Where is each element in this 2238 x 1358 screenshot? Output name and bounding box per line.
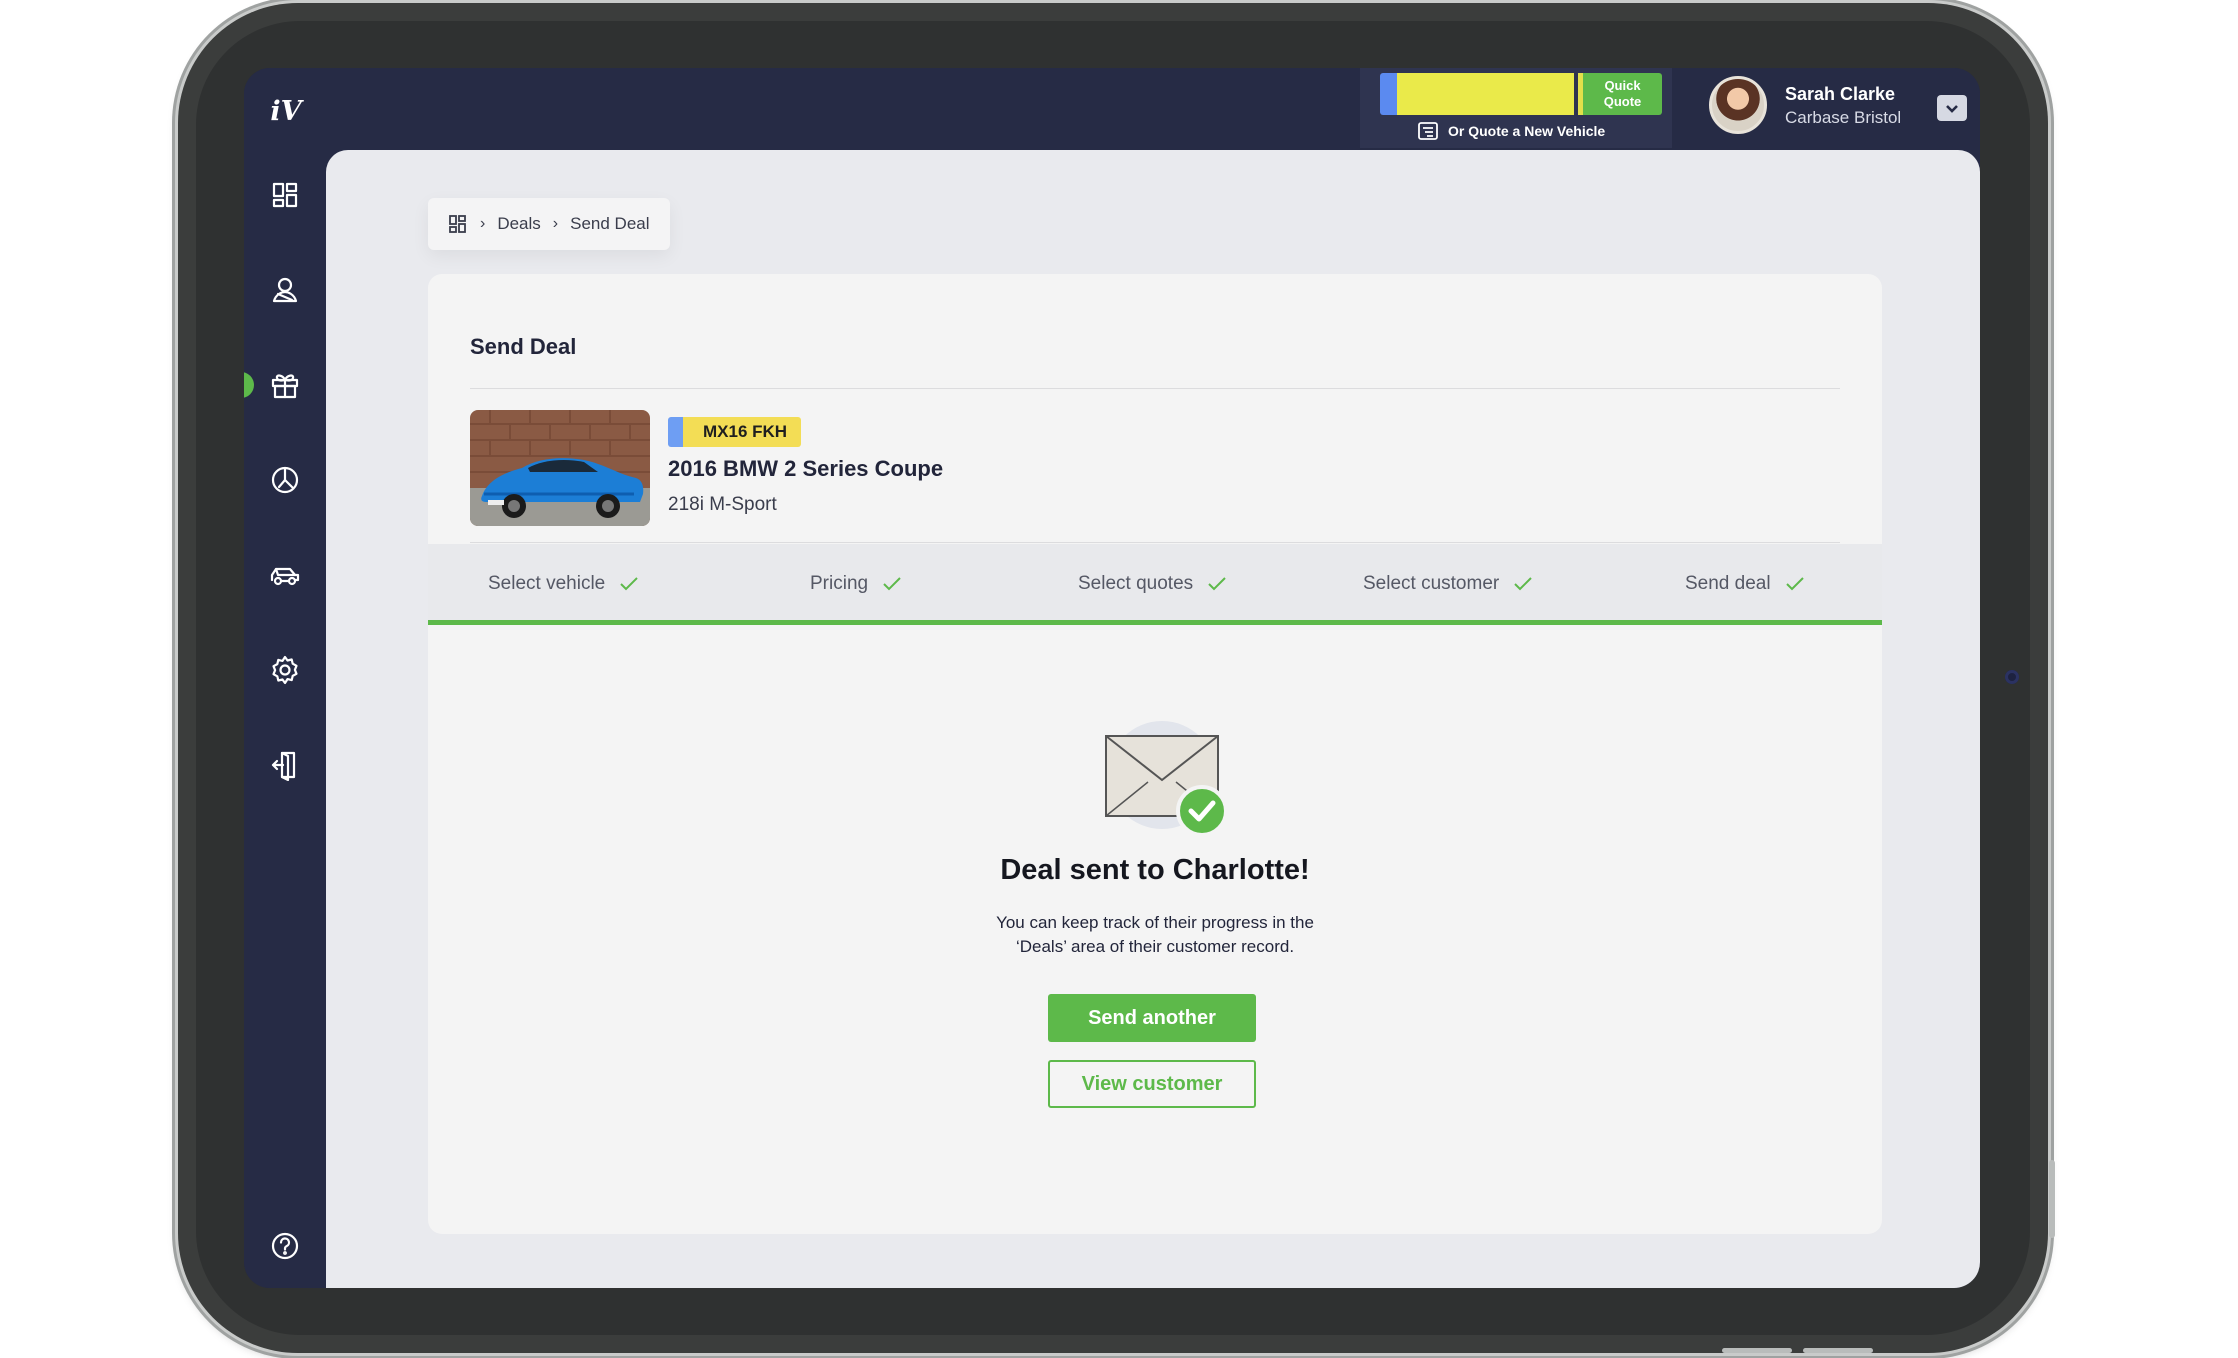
step-pricing[interactable]: Pricing: [810, 544, 902, 624]
logout-icon: [271, 751, 296, 781]
app-screen: iV Quick Quote Or Quote a New Vehicle Sa…: [244, 68, 1980, 1288]
pie-chart-icon: [271, 466, 299, 494]
send-another-button[interactable]: Send another: [1048, 994, 1256, 1042]
dashboard-grid-icon: [272, 182, 298, 208]
help-icon: [271, 1232, 299, 1260]
registration-input[interactable]: [1380, 73, 1574, 115]
view-customer-button[interactable]: View customer: [1048, 1060, 1256, 1108]
camera-icon: [2005, 670, 2019, 684]
quick-quote-panel: Quick Quote Or Quote a New Vehicle: [1360, 68, 1672, 148]
sidebar: iV: [244, 68, 326, 1288]
list-icon: [1418, 122, 1438, 140]
divider: [470, 388, 1840, 389]
check-icon: [1208, 577, 1226, 591]
step-label: Send deal: [1685, 573, 1771, 594]
user-name: Sarah Clarke: [1785, 84, 1896, 104]
chevron-right-icon: ›: [552, 215, 559, 232]
check-icon: [1514, 577, 1532, 591]
step-select-customer[interactable]: Select customer: [1363, 544, 1533, 624]
side-button: [1803, 1348, 1873, 1353]
divider: [470, 542, 1840, 543]
quote-new-vehicle-label: Or Quote a New Vehicle: [1448, 123, 1606, 139]
breadcrumb-deals[interactable]: Deals: [497, 214, 540, 234]
gear-icon: [272, 655, 298, 685]
step-select-vehicle[interactable]: Select vehicle: [488, 544, 639, 624]
vehicle-image: [470, 410, 650, 526]
envelope-sent-icon: [1092, 720, 1232, 840]
sidebar-item-reports[interactable]: [266, 461, 304, 499]
top-bar: Quick Quote Or Quote a New Vehicle Sarah …: [326, 68, 1980, 150]
progress-steps: Select vehicle Pricing Select quotes Sel…: [428, 544, 1882, 624]
dashboard-grid-icon[interactable]: [448, 214, 468, 234]
side-button: [2049, 1160, 2055, 1238]
step-select-quotes[interactable]: Select quotes: [1078, 544, 1227, 624]
check-icon: [1785, 577, 1804, 591]
car-icon: [270, 567, 300, 586]
check-icon: [883, 577, 901, 591]
vehicle-title: 2016 BMW 2 Series Coupe: [668, 456, 944, 481]
registration-plate: MX16 FKH: [668, 417, 802, 447]
side-button: [1722, 1348, 1792, 1353]
chevron-right-icon: ›: [480, 215, 486, 232]
step-send-deal[interactable]: Send deal: [1685, 544, 1805, 624]
success-message-line: You can keep track of their progress in …: [996, 913, 1314, 932]
avatar[interactable]: [1709, 76, 1767, 134]
user-organisation: Carbase Bristol: [1785, 108, 1902, 127]
sidebar-item-help[interactable]: [266, 1227, 304, 1265]
sidebar-item-settings[interactable]: [266, 651, 304, 689]
step-label: Select customer: [1363, 573, 1500, 594]
quick-quote-button[interactable]: Quick Quote: [1578, 73, 1662, 115]
sidebar-item-vehicles[interactable]: [266, 556, 304, 594]
success-title: Deal sent to Charlotte!: [1000, 854, 1310, 886]
success-message: You can keep track of their progress in …: [428, 911, 1882, 959]
user-menu-button[interactable]: [1937, 95, 1967, 121]
step-label: Pricing: [810, 573, 869, 594]
sidebar-item-logout[interactable]: [266, 746, 304, 784]
gift-icon: [271, 374, 299, 399]
vehicle-variant: 218i M-Sport: [668, 494, 777, 515]
chevron-down-icon: [1946, 105, 1958, 113]
progress-bar: [428, 620, 1882, 625]
customers-icon: [272, 277, 298, 303]
page-title: Send Deal: [470, 334, 577, 359]
step-label: Select quotes: [1078, 573, 1194, 594]
step-label: Select vehicle: [488, 573, 606, 594]
sidebar-item-dashboard[interactable]: [266, 176, 304, 214]
breadcrumb-send-deal: Send Deal: [570, 214, 650, 233]
send-deal-card: Send Deal MX16 FKH 2016 BMW 2 Series Cou…: [428, 274, 1882, 1234]
success-message-line: ‘Deals’ area of their customer record.: [1015, 937, 1295, 956]
check-icon: [620, 577, 638, 591]
nav-active-indicator: [244, 372, 254, 398]
sidebar-item-customers[interactable]: [266, 271, 304, 309]
breadcrumb: › Deals › Send Deal: [428, 198, 670, 250]
quote-new-vehicle-link[interactable]: Or Quote a New Vehicle: [1418, 120, 1605, 142]
sidebar-item-deals[interactable]: [266, 366, 304, 404]
main-content: › Deals › Send Deal Send Deal MX16 FKH 2…: [326, 150, 1980, 1288]
app-logo[interactable]: iV: [268, 96, 304, 132]
